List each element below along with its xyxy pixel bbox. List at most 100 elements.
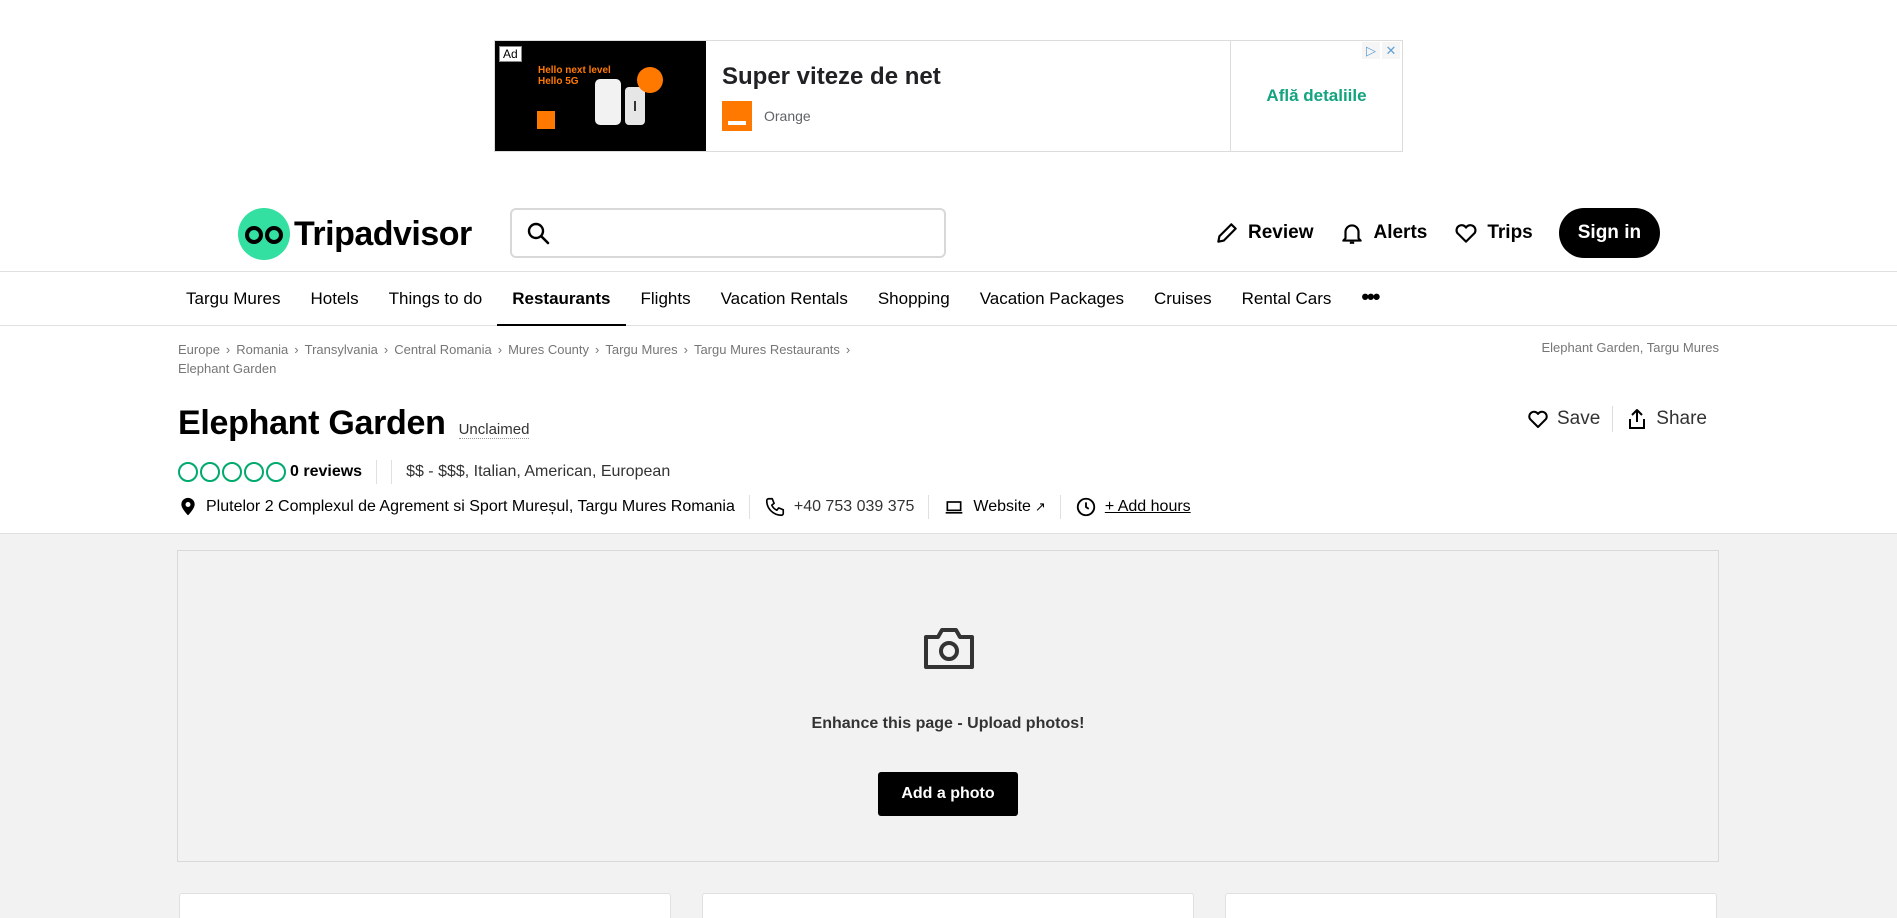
breadcrumb-central-romania[interactable]: Central Romania — [394, 342, 492, 357]
add-hours-link[interactable]: + Add hours — [1105, 498, 1191, 516]
tripadvisor-logo[interactable]: Tripadvisor — [238, 208, 472, 260]
divider — [391, 460, 393, 484]
page-title: Elephant Garden — [178, 404, 446, 442]
photo-upload-panel: Enhance this page - Upload photos! Add a… — [177, 550, 1719, 862]
nav-item-vacation-rentals[interactable]: Vacation Rentals — [706, 272, 863, 326]
nav-item-restaurants[interactable]: Restaurants — [497, 272, 626, 326]
ad-body[interactable]: Super viteze de net Orange — [706, 41, 1230, 151]
title-row: Elephant Garden Unclaimed — [178, 404, 530, 443]
laptop-icon — [946, 501, 963, 514]
chevron-right-icon: › — [683, 342, 688, 357]
breadcrumb-romania[interactable]: Romania — [236, 342, 288, 357]
website-item[interactable]: Website ↗ — [943, 497, 1046, 517]
nav-item-shopping[interactable]: Shopping — [863, 272, 965, 326]
nav-item-rental-cars[interactable]: Rental Cars — [1227, 272, 1347, 326]
nav-item-vacation-packages[interactable]: Vacation Packages — [965, 272, 1139, 326]
alerts-label: Alerts — [1373, 222, 1428, 243]
trips-button[interactable]: Trips — [1453, 220, 1533, 246]
sign-in-button[interactable]: Sign in — [1558, 208, 1661, 258]
divider — [1059, 495, 1061, 519]
breadcrumb-targu-mures[interactable]: Targu Mures — [605, 342, 677, 357]
review-label: Review — [1248, 222, 1314, 243]
hours-item[interactable]: + Add hours — [1075, 496, 1191, 518]
search-bar[interactable] — [510, 208, 946, 258]
divider — [928, 495, 930, 519]
clock-icon — [1076, 497, 1095, 517]
rating-bubbles — [178, 462, 286, 482]
ad-cta-button[interactable]: Află detaliile — [1266, 86, 1366, 106]
rating-row: 0 reviews $$ - $$$, Italian, American, E… — [178, 460, 671, 484]
search-icon — [527, 222, 550, 245]
rating-bubble — [222, 462, 242, 482]
chevron-right-icon: › — [383, 342, 389, 357]
promo-circle — [637, 67, 663, 93]
breadcrumb-targu-mures-restaurants[interactable]: Targu Mures Restaurants — [694, 342, 840, 357]
adchoices-icon[interactable]: ▷ — [1362, 42, 1380, 59]
reviews-count[interactable]: 0 reviews — [290, 463, 362, 481]
rating-bubble — [200, 462, 220, 482]
trips-label: Trips — [1487, 222, 1533, 243]
camera-icon — [924, 628, 974, 669]
share-icon — [1629, 409, 1646, 429]
info-row: Plutelor 2 Complexul de Agrement si Spor… — [178, 494, 1191, 520]
breadcrumb-europe[interactable]: Europe — [178, 342, 220, 357]
add-photo-button[interactable]: Add a photo — [878, 772, 1018, 816]
bell-icon — [1342, 224, 1363, 244]
save-share-actions: Save Share — [1514, 406, 1719, 432]
orange-logo-icon — [722, 101, 752, 131]
review-button[interactable]: Review — [1214, 220, 1313, 246]
breadcrumb-mures-county[interactable]: Mures County — [508, 342, 589, 357]
divider — [376, 460, 378, 484]
nav-item-hotels[interactable]: Hotels — [295, 272, 373, 326]
nav-item-cruises[interactable]: Cruises — [1139, 272, 1227, 326]
chevron-right-icon: › — [595, 342, 600, 357]
ad-image[interactable]: Ad Hello next level Hello 5G — [495, 41, 706, 151]
ad-brand: Orange — [764, 108, 811, 124]
upload-prompt: Enhance this page - Upload photos! — [811, 715, 1085, 732]
more-menu-icon[interactable]: ••• — [1346, 272, 1393, 326]
ad-headline[interactable]: Super viteze de net — [722, 63, 1214, 91]
search-input[interactable] — [560, 213, 944, 253]
router-image-small — [625, 87, 645, 125]
pencil-icon — [1217, 223, 1237, 243]
info-card — [702, 893, 1194, 918]
heart-icon — [1455, 224, 1477, 243]
nav-item-things-to-do[interactable]: Things to do — [374, 272, 498, 326]
phone-item[interactable]: +40 753 039 375 — [764, 496, 915, 518]
share-button[interactable]: Share — [1613, 407, 1719, 431]
breadcrumb-current: Elephant Garden — [178, 361, 277, 376]
save-button[interactable]: Save — [1514, 407, 1612, 431]
ad-banner[interactable]: Ad Hello next level Hello 5G Super viteze… — [494, 40, 1403, 152]
website-link[interactable]: Website — [973, 498, 1031, 516]
phone-icon — [765, 497, 784, 517]
heart-icon — [1528, 410, 1548, 428]
phone-number[interactable]: +40 753 039 375 — [794, 498, 915, 516]
ad-badge: Ad — [499, 46, 522, 62]
chevron-right-icon: › — [225, 342, 231, 357]
main-nav: Targu Mures Hotels Things to do Restaura… — [0, 271, 1897, 326]
cuisine-price: $$ - $$$, Italian, American, European — [406, 463, 671, 480]
breadcrumb-transylvania[interactable]: Transylvania — [305, 342, 378, 357]
save-label: Save — [1556, 408, 1601, 429]
nav-item-flights[interactable]: Flights — [626, 272, 706, 326]
header-actions: Review Alerts Trips Sign in — [1214, 208, 1661, 258]
chevron-right-icon: › — [497, 342, 503, 357]
external-link-icon: ↗ — [1034, 499, 1046, 514]
rating-bubble — [244, 462, 264, 482]
address-item[interactable]: Plutelor 2 Complexul de Agrement si Spor… — [178, 496, 735, 518]
unclaimed-badge[interactable]: Unclaimed — [458, 421, 530, 439]
rating-bubble — [266, 462, 286, 482]
rating-bubble — [178, 462, 198, 482]
divider — [748, 495, 750, 519]
share-label: Share — [1656, 408, 1707, 429]
nav-item-targu-mures[interactable]: Targu Mures — [171, 272, 295, 326]
chevron-right-icon: › — [845, 342, 851, 357]
address[interactable]: Plutelor 2 Complexul de Agrement si Spor… — [206, 498, 735, 516]
alerts-button[interactable]: Alerts — [1339, 220, 1427, 246]
chevron-right-icon: › — [294, 342, 299, 357]
owl-logo-icon — [238, 208, 290, 260]
ad-brand-row: Orange — [722, 101, 1214, 131]
close-icon[interactable]: ✕ — [1382, 42, 1400, 59]
orange-mini-logo — [537, 111, 555, 129]
ad-choices[interactable]: ▷ ✕ — [1362, 42, 1400, 59]
